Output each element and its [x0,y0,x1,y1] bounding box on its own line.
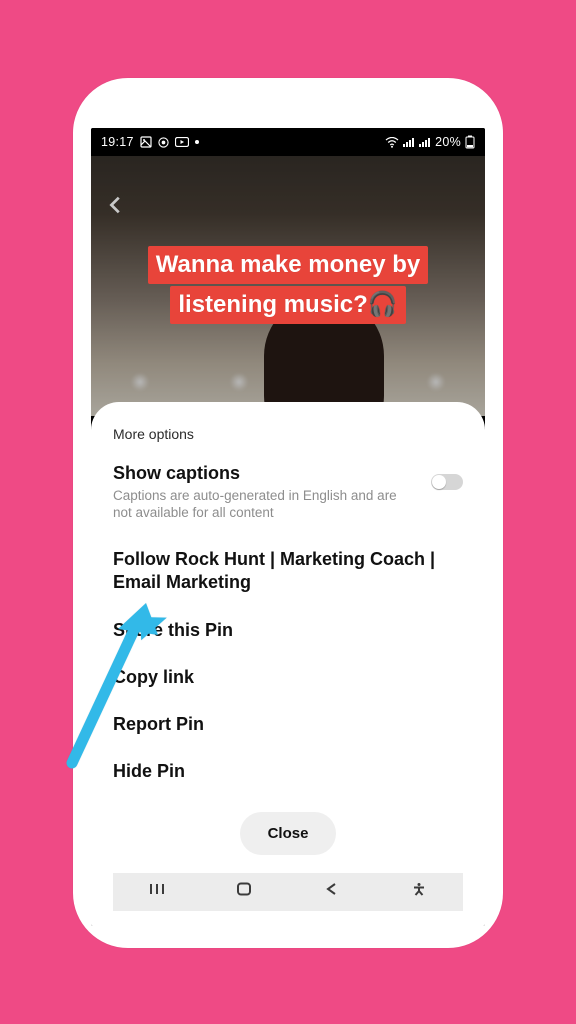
signal-icon-2 [419,137,431,147]
youtube-icon [175,137,189,147]
report-pin-option[interactable]: Report Pin [113,714,463,735]
phone-frame: 19:17 [73,78,503,948]
show-captions-toggle[interactable] [431,474,463,490]
android-navbar [113,873,463,911]
close-button[interactable]: Close [240,812,337,855]
pin-video-preview[interactable]: Wanna make money by listening music?🎧 [91,156,485,416]
share-pin-option[interactable]: Share this Pin [113,620,463,641]
image-icon [140,136,152,148]
status-time: 19:17 [101,135,134,149]
status-bar: 19:17 [91,128,485,156]
more-options-sheet: More options Show captions Captions are … [91,402,485,926]
wifi-icon [385,137,399,148]
video-caption-line: listening music?🎧 [170,286,405,324]
recents-nav-icon[interactable] [147,882,167,901]
battery-icon [465,135,475,149]
screen: 19:17 [91,128,485,926]
show-captions-label: Show captions [113,462,403,485]
back-button[interactable] [105,194,127,221]
video-caption-overlay: Wanna make money by listening music?🎧 [114,244,462,326]
signal-icon [403,137,415,147]
dot-icon [195,140,199,144]
circle-icon [158,137,169,148]
copy-link-option[interactable]: Copy link [113,667,463,688]
battery-text: 20% [435,135,461,149]
sheet-title: More options [113,426,463,442]
video-caption-line: Wanna make money by [148,246,429,284]
follow-option[interactable]: Follow Rock Hunt | Marketing Coach | Ema… [113,548,463,594]
hide-pin-option[interactable]: Hide Pin [113,761,463,782]
show-captions-sublabel: Captions are auto-generated in English a… [113,487,403,522]
accessibility-nav-icon[interactable] [409,882,429,901]
back-nav-icon[interactable] [322,882,342,901]
show-captions-row[interactable]: Show captions Captions are auto-generate… [113,462,463,522]
home-nav-icon[interactable] [234,882,254,901]
